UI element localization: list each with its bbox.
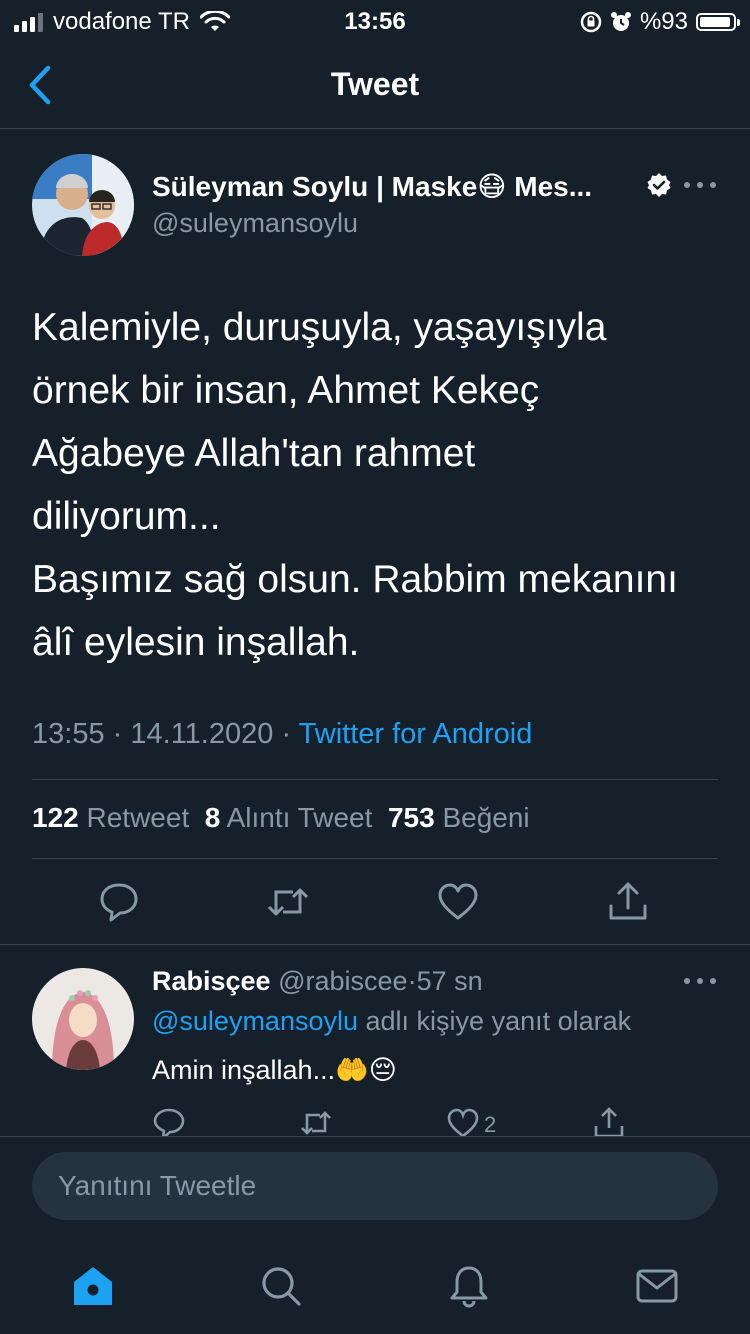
tweet-time: 13:55 — [32, 718, 105, 750]
tweet-date: 14.11.2020 — [130, 718, 274, 750]
tweet-text: Kalemiyle, duruşuyla, yaşayışıyla örnek … — [32, 306, 678, 664]
quote-count: 8 — [204, 802, 221, 833]
divider — [32, 779, 718, 780]
reply-to-handle[interactable]: @suleymansoylu — [152, 1006, 358, 1036]
page-title: Tweet — [330, 66, 420, 102]
meta-separator: · — [112, 718, 123, 750]
reply-share-icon[interactable] — [592, 1106, 626, 1136]
battery-percent: %93 — [639, 8, 688, 35]
search-icon[interactable] — [259, 1264, 303, 1308]
status-bar: vodafone TR 13:56 %93 — [0, 0, 750, 42]
reply-time: 57 sn — [416, 966, 483, 996]
share-icon[interactable] — [606, 880, 650, 924]
reply-like-icon[interactable] — [446, 1106, 480, 1136]
author-name[interactable]: Süleyman Soylu | Maske😷 Mes... — [152, 170, 592, 203]
reply-more-options-icon[interactable] — [684, 978, 716, 988]
status-indicators: %93 — [580, 8, 740, 36]
reply-text: Amin inşallah...🤲😔 — [152, 1055, 397, 1085]
author-handle[interactable]: @suleymansoylu — [152, 208, 358, 239]
notifications-bell-icon[interactable] — [447, 1264, 491, 1308]
replying-to: @suleymansoylu adlı kişiye yanıt olarak — [152, 1006, 631, 1037]
retweet-count: 122 — [32, 802, 79, 833]
reply-composer-input[interactable]: Yanıtını Tweetle — [32, 1152, 718, 1220]
composer-placeholder: Yanıtını Tweetle — [58, 1170, 257, 1201]
divider — [0, 1136, 750, 1137]
meta-separator: · — [281, 718, 292, 750]
reply-retweet-icon[interactable] — [299, 1106, 333, 1136]
tweet-stats: 122 Retweet 8 Alıntı Tweet 753 Beğeni — [32, 802, 530, 834]
like-icon[interactable] — [436, 880, 480, 924]
tweet-source-link[interactable]: Twitter for Android — [299, 718, 533, 750]
top-navigation: Tweet — [0, 42, 750, 129]
home-icon[interactable] — [71, 1264, 115, 1308]
retweet-label: Retweet — [86, 802, 190, 833]
reply-avatar[interactable] — [32, 968, 134, 1070]
rotation-lock-icon — [580, 11, 602, 33]
quote-label: Alıntı Tweet — [226, 802, 373, 833]
tweet-more-options-icon[interactable] — [684, 182, 716, 192]
retweet-icon[interactable] — [266, 880, 310, 924]
reply-like-count: 2 — [484, 1112, 497, 1136]
like-count: 753 — [387, 802, 435, 833]
reply-author-name[interactable]: Rabisçee — [152, 966, 271, 996]
tweet-meta: 13:55 · 14.11.2020 · Twitter for Android — [32, 718, 532, 751]
bottom-tab-bar — [0, 1250, 750, 1334]
like-label: Beğeni — [442, 802, 530, 833]
divider — [0, 944, 750, 945]
divider — [32, 858, 718, 859]
battery-icon — [696, 13, 740, 31]
reply-actions: 2 — [0, 1106, 750, 1136]
author-avatar[interactable] — [32, 154, 134, 256]
reply-separator: · — [407, 966, 417, 996]
reply-reply-icon[interactable] — [152, 1106, 186, 1136]
reply-author-line: Rabisçee @rabiscee·57 sn — [152, 966, 483, 997]
reply-to-suffix: adlı kişiye yanıt olarak — [365, 1006, 632, 1036]
reply-author-handle[interactable]: @rabiscee — [278, 966, 407, 996]
likes-stat[interactable]: 753 Beğeni — [388, 802, 530, 833]
tweet-actions — [0, 880, 750, 928]
verified-badge-icon — [647, 173, 671, 197]
retweets-stat[interactable]: 122 Retweet — [32, 802, 189, 833]
messages-mail-icon[interactable] — [635, 1264, 679, 1308]
quotes-stat[interactable]: 8 Alıntı Tweet — [205, 802, 373, 833]
alarm-icon — [610, 12, 631, 31]
reply-icon[interactable] — [97, 880, 141, 924]
